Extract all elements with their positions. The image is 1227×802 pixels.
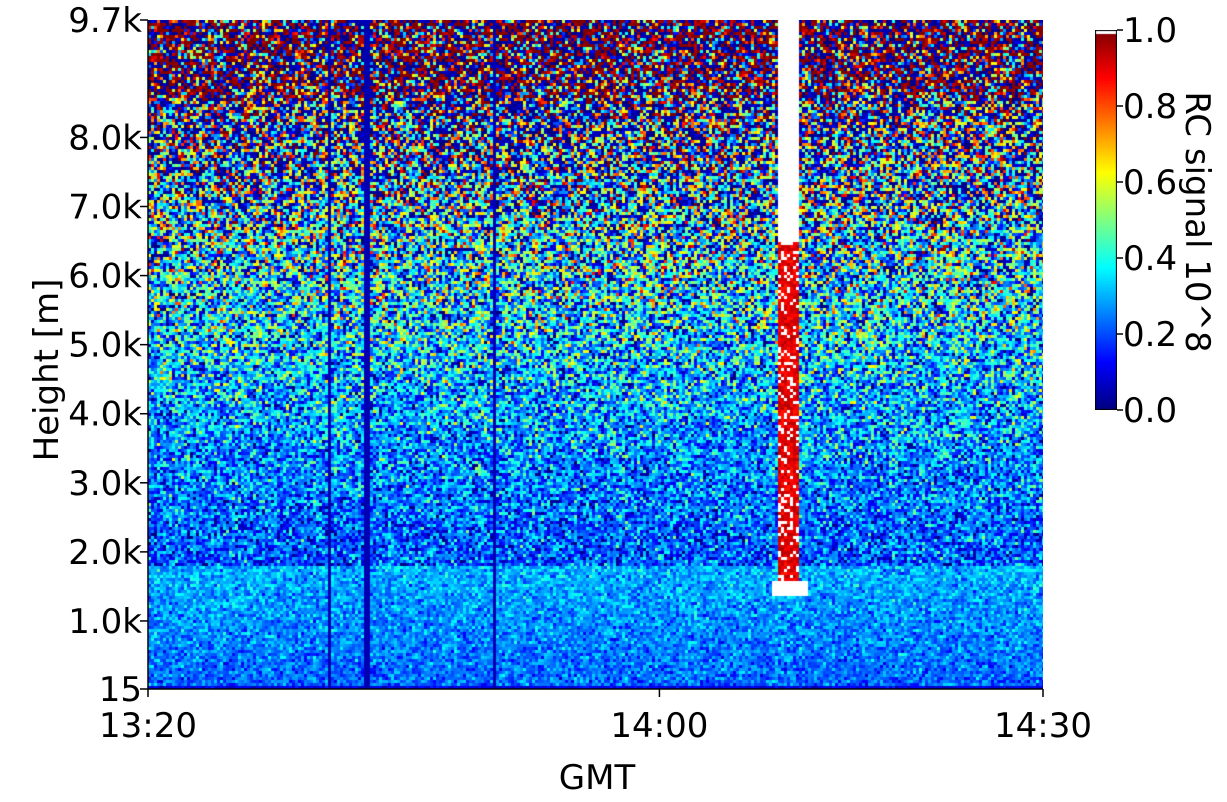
y-tick-label: 4.0k: [68, 395, 142, 435]
y-tick-label: 6.0k: [68, 257, 142, 297]
y-tick-label: 3.0k: [68, 464, 142, 504]
colorbar-tick-label: 0.8: [1123, 87, 1177, 127]
y-axis-title: Height [m]: [27, 279, 67, 462]
x-tick-label: 14:00: [610, 706, 708, 746]
colorbar-title: RC signal 10^8: [1177, 91, 1217, 352]
colorbar-tick-label: 0.2: [1123, 315, 1177, 355]
colorbar-tick-label: 0.6: [1123, 163, 1177, 203]
colorbar-tick-label: 0.4: [1123, 239, 1177, 279]
x-axis-title: GMT: [559, 758, 636, 798]
y-axis-ticks: 15 1.0k 2.0k 3.0k 4.0k 5.0k 6.0k 7.0k 8.0k 9.7k: [68, 1, 148, 710]
x-axis-ticks: 13:20 14:00 14:30: [99, 689, 1092, 746]
x-tick-label: 13:20: [99, 706, 197, 746]
chart-overlay: 15 1.0k 2.0k 3.0k 4.0k 5.0k 6.0k 7.0k 8.0k 9.7k 1…: [27, 1, 1217, 798]
y-tick-label: 1.0k: [68, 602, 142, 642]
y-tick-label: 9.7k: [68, 1, 142, 41]
colorbar-tick-label: 1.0: [1123, 11, 1177, 51]
y-tick-label: 7.0k: [68, 188, 142, 228]
colorbar-ticks: 0.0 0.2 0.4 0.6 0.8 1.0: [1117, 11, 1177, 431]
y-tick-label: 15: [99, 670, 142, 710]
colorbar-tick-label: 0.0: [1123, 391, 1177, 431]
y-tick-label: 8.0k: [68, 118, 142, 158]
x-tick-label: 14:30: [994, 706, 1092, 746]
y-tick-label: 2.0k: [68, 533, 142, 573]
axes-frame: [147, 20, 1043, 690]
y-tick-label: 5.0k: [68, 326, 142, 366]
